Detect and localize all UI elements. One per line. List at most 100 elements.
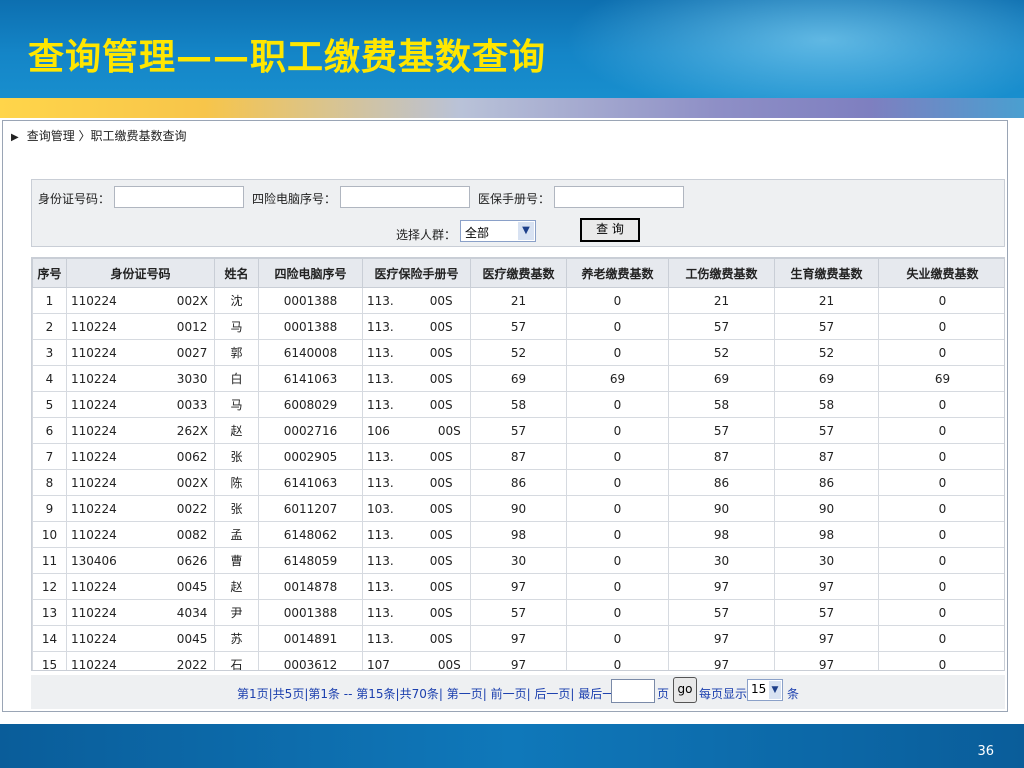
table-row[interactable]: 3 110224 0027 郭 6140008 113. 00S 52 0 52 52 0 [32, 339, 1004, 366]
table-cell: 97 [774, 625, 879, 652]
column-header: 身份证号码 [66, 258, 215, 288]
table-cell: 113. 00S [362, 443, 471, 470]
table-cell: 陈 [214, 469, 259, 496]
table-cell: 曹 [214, 547, 259, 574]
table-cell: 0 [566, 339, 669, 366]
table-cell: 69 [470, 365, 567, 392]
table-cell: 69 [668, 365, 775, 392]
page-size-value: 15 [751, 682, 767, 696]
table-cell: 103. 00S [362, 495, 471, 522]
table-cell: 87 [668, 443, 775, 470]
slide-page-number: 36 [977, 744, 994, 759]
go-button[interactable]: go [673, 677, 697, 703]
table-cell: 0 [878, 651, 1004, 670]
column-header: 失业缴费基数 [878, 258, 1004, 288]
table-cell: 赵 [214, 417, 259, 444]
group-select[interactable]: 全部 ▼ [460, 220, 536, 242]
table-cell: 15 [32, 651, 67, 670]
table-row[interactable]: 12 110224 0045 赵 0014878 113. 00S 97 0 97 97 0 [32, 573, 1004, 600]
result-table: 序号 身份证号码 姓名 四险电脑序号 医疗保险手册号 医疗缴费基数 养老缴费基数 工伤缴费基数… [31, 257, 1005, 671]
page-number-input[interactable] [611, 679, 655, 703]
table-cell: 110224 002X [66, 287, 215, 314]
table-cell: 6141063 [258, 365, 363, 392]
table-cell: 113. 00S [362, 339, 471, 366]
table-row[interactable]: 9 110224 0022 张 6011207 103. 00S 90 0 90 90 0 [32, 495, 1004, 522]
table-cell: 0 [566, 521, 669, 548]
table-cell: 52 [470, 339, 567, 366]
table-cell: 69 [566, 365, 669, 392]
table-cell: 9 [32, 495, 67, 522]
table-cell: 21 [668, 287, 775, 314]
table-row[interactable]: 8 110224 002X 陈 6141063 113. 00S 86 0 86 86 0 [32, 469, 1004, 496]
table-row[interactable]: 1 110224 002X 沈 0001388 113. 00S 21 0 21 21 0 [32, 287, 1004, 314]
table-cell: 113. 00S [362, 599, 471, 626]
table-cell: 30 [774, 547, 879, 574]
table-row[interactable]: 4 110224 3030 白 6141063 113. 00S 69 69 69 69 69 [32, 365, 1004, 392]
table-cell: 110224 4034 [66, 599, 215, 626]
column-header: 医疗缴费基数 [470, 258, 567, 288]
table-cell: 7 [32, 443, 67, 470]
table-row[interactable]: 11 130406 0626 曹 6148059 113. 00S 30 0 30 30 0 [32, 547, 1004, 574]
pager-nav-links[interactable]: 第1页|共5页|第1条 -- 第15条|共70条| 第一页| 前一页| 后一页|… [237, 685, 646, 702]
table-cell: 张 [214, 495, 259, 522]
med-book-input[interactable] [554, 186, 684, 208]
table-cell: 0 [566, 625, 669, 652]
table-cell: 马 [214, 313, 259, 340]
table-cell: 113. 00S [362, 287, 471, 314]
page-size-select[interactable]: 15 ▼ [747, 679, 783, 701]
table-cell: 97 [774, 573, 879, 600]
table-cell: 98 [668, 521, 775, 548]
table-cell: 0 [878, 495, 1004, 522]
table-cell: 6008029 [258, 391, 363, 418]
table-cell: 3 [32, 339, 67, 366]
table-cell: 87 [470, 443, 567, 470]
table-row[interactable]: 14 110224 0045 苏 0014891 113. 00S 97 0 97 97 0 [32, 625, 1004, 652]
column-header: 工伤缴费基数 [668, 258, 775, 288]
table-cell: 90 [774, 495, 879, 522]
slide-footer: 36 [0, 724, 1024, 768]
table-row[interactable]: 2 110224 0012 马 0001388 113. 00S 57 0 57 57 0 [32, 313, 1004, 340]
table-cell: 0001388 [258, 313, 363, 340]
table-cell: 0003612 [258, 651, 363, 670]
table-cell: 0001388 [258, 599, 363, 626]
table-cell: 0 [566, 651, 669, 670]
table-cell: 0 [566, 599, 669, 626]
table-row[interactable]: 13 110224 4034 尹 0001388 113. 00S 57 0 57 57 0 [32, 599, 1004, 626]
table-cell: 10 [32, 521, 67, 548]
table-cell: 52 [774, 339, 879, 366]
table-cell: 113. 00S [362, 313, 471, 340]
table-cell: 0 [566, 417, 669, 444]
table-cell: 110224 0033 [66, 391, 215, 418]
query-button[interactable]: 查 询 [580, 218, 640, 242]
table-cell: 0 [878, 339, 1004, 366]
table-cell: 57 [668, 599, 775, 626]
table-cell: 113. 00S [362, 365, 471, 392]
table-cell: 98 [470, 521, 567, 548]
table-row[interactable]: 5 110224 0033 马 6008029 113. 00S 58 0 58 58 0 [32, 391, 1004, 418]
table-cell: 0014878 [258, 573, 363, 600]
table-row[interactable]: 10 110224 0082 孟 6148062 113. 00S 98 0 98 98 0 [32, 521, 1004, 548]
table-cell: 57 [470, 313, 567, 340]
group-label: 选择人群： [396, 228, 457, 242]
table-cell: 110224 0012 [66, 313, 215, 340]
table-row[interactable]: 6 110224 262X 赵 0002716 106 00S 57 0 57 57 0 [32, 417, 1004, 444]
table-cell: 57 [470, 599, 567, 626]
table-cell: 4 [32, 365, 67, 392]
accent-bar [0, 98, 1024, 118]
table-cell: 1 [32, 287, 67, 314]
table-cell: 0001388 [258, 287, 363, 314]
page-size-unit: 条 [787, 687, 800, 701]
table-cell: 12 [32, 573, 67, 600]
table-row[interactable]: 7 110224 0062 张 0002905 113. 00S 87 0 87 87 0 [32, 443, 1004, 470]
table-cell: 尹 [214, 599, 259, 626]
table-cell: 110224 0022 [66, 495, 215, 522]
table-cell: 0 [878, 391, 1004, 418]
table-cell: 孟 [214, 521, 259, 548]
table-row[interactable]: 15 110224 2022 石 0003612 107 00S 97 0 97 97 0 [32, 651, 1004, 670]
pc-number-input[interactable] [340, 186, 470, 208]
table-cell: 0 [566, 391, 669, 418]
table-cell: 57 [774, 313, 879, 340]
table-cell: 58 [668, 391, 775, 418]
table-cell: 97 [470, 651, 567, 670]
id-number-input[interactable] [114, 186, 244, 208]
